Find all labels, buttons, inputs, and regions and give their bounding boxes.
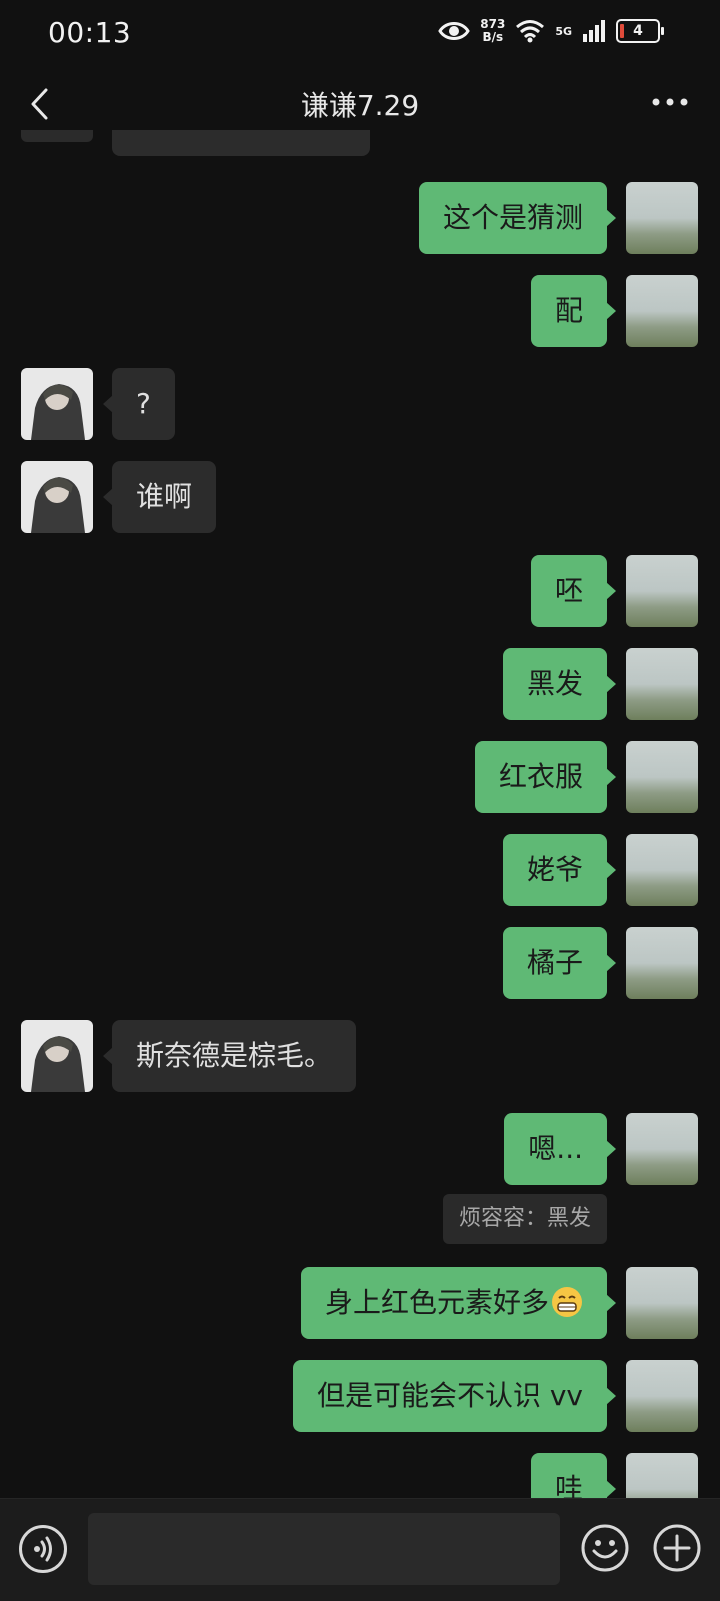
my-avatar[interactable]	[626, 834, 698, 906]
signal-icon	[583, 20, 605, 42]
my-avatar[interactable]	[626, 1360, 698, 1432]
contact-avatar[interactable]	[21, 461, 93, 533]
network-speed: 873 B/s	[480, 18, 505, 44]
my-avatar[interactable]	[626, 927, 698, 999]
network-type: 5G	[555, 24, 572, 38]
message-bubble[interactable]: 斯奈德是棕毛。	[102, 1020, 357, 1092]
input-bar	[0, 1498, 720, 1601]
my-avatar[interactable]	[626, 555, 698, 627]
wifi-icon	[516, 20, 545, 43]
message-bubble[interactable]: 但是可能会不认识 vv	[292, 1360, 617, 1432]
voice-icon	[34, 1536, 52, 1562]
chat-header: 谦谦7.29	[0, 68, 720, 138]
grinning-emoji	[552, 1287, 582, 1317]
chat-title: 谦谦7.29	[300, 89, 420, 122]
message-bubble[interactable]: 嗯...	[504, 1113, 616, 1185]
my-avatar[interactable]	[626, 182, 698, 254]
message-bubble[interactable]: 红衣服	[474, 741, 617, 813]
battery-icon: 4	[616, 19, 664, 43]
message-bubble[interactable]: 配	[530, 275, 617, 347]
speed-unit: B/s	[482, 30, 504, 44]
message-bubble[interactable]: 哇	[530, 1453, 617, 1498]
contact-avatar[interactable]	[21, 1020, 93, 1092]
message-bubble[interactable]: 橘子	[502, 927, 617, 999]
message-bubble[interactable]	[112, 130, 370, 156]
my-avatar[interactable]	[626, 1113, 698, 1185]
my-avatar[interactable]	[626, 741, 698, 813]
my-avatar[interactable]	[626, 1267, 698, 1339]
message-bubble[interactable]: 这个是猜测	[418, 182, 617, 254]
message-bubble[interactable]: ?	[103, 368, 175, 440]
my-avatar[interactable]	[626, 648, 698, 720]
message-list[interactable]: 这个是猜测 配 ? 谁啊 呸 黑发 红衣服 姥爷 橘子 斯奈德是棕毛。 嗯...…	[0, 130, 720, 1498]
voice-button[interactable]	[19, 1525, 67, 1573]
message-input[interactable]	[88, 1513, 560, 1585]
message-bubble[interactable]: 呸	[530, 555, 617, 627]
my-avatar[interactable]	[626, 275, 698, 347]
emoji-icon[interactable]	[580, 1523, 630, 1573]
status-time: 00:13	[48, 16, 132, 49]
message-bubble[interactable]: 黑发	[502, 648, 617, 720]
more-icon[interactable]	[650, 90, 690, 114]
battery-level: 4	[633, 23, 643, 39]
message-text: 身上红色元素好多	[324, 1286, 549, 1319]
message-bubble[interactable]: 姥爷	[502, 834, 617, 906]
contact-avatar[interactable]	[21, 130, 93, 142]
message-bubble[interactable]: 谁啊	[102, 461, 217, 533]
quoted-reply[interactable]: 烦容容：黑发	[442, 1194, 607, 1244]
status-bar: 00:13 873 B/s 5G 4	[0, 0, 720, 68]
plus-icon[interactable]	[652, 1523, 702, 1573]
contact-avatar[interactable]	[21, 368, 93, 440]
status-icons: 873 B/s 5G 4	[438, 18, 664, 44]
message-bubble[interactable]: 身上红色元素好多	[300, 1267, 617, 1339]
my-avatar[interactable]	[626, 1453, 698, 1498]
eye-icon	[438, 22, 471, 40]
